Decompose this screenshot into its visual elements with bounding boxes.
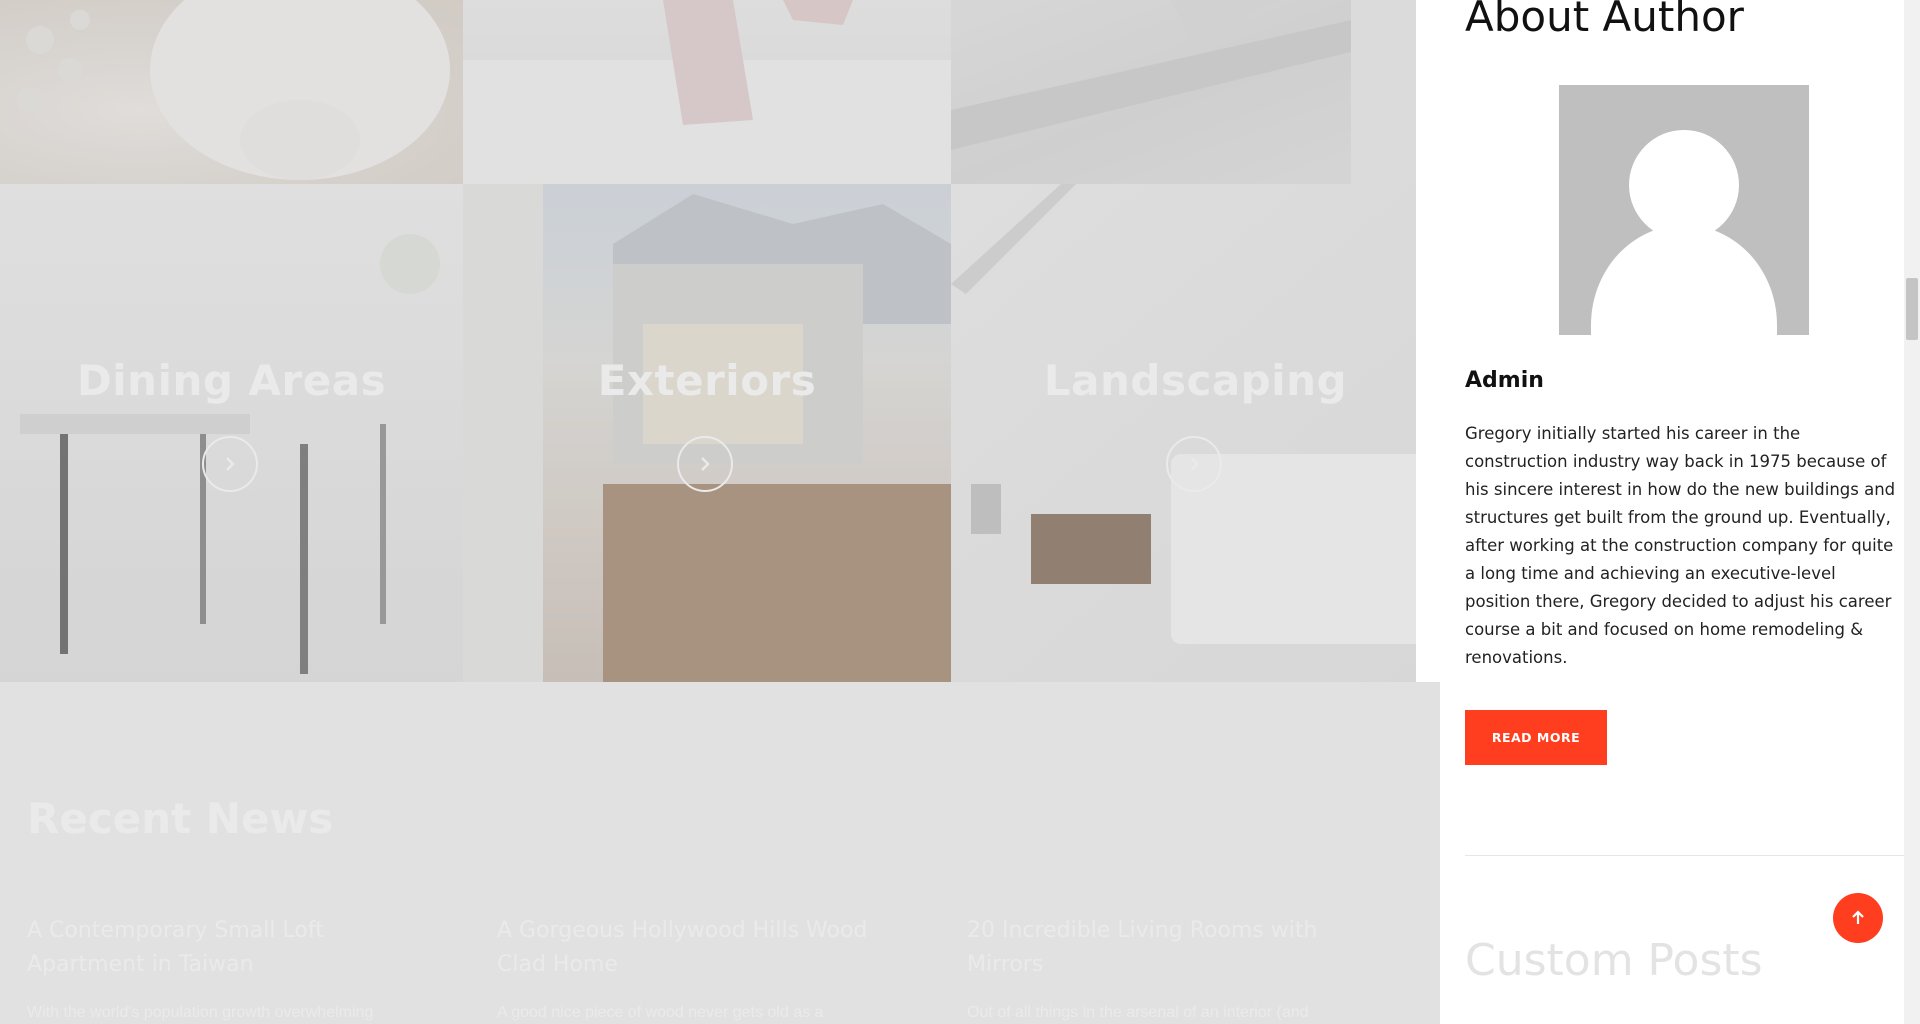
avatar <box>1559 85 1809 335</box>
about-author-title: About Author <box>1465 0 1744 41</box>
tile-arrow-button[interactable] <box>201 436 258 492</box>
panel-edge <box>1416 0 1440 682</box>
news-item-title[interactable]: 20 Incredible Living Rooms with Mirrors <box>967 914 1387 982</box>
recent-news-section: Recent News A Contemporary Small Loft Ap… <box>0 682 1440 1024</box>
section-title: Recent News <box>27 794 334 843</box>
stairs-photo <box>951 0 1440 184</box>
author-bio: Gregory initially started his career in … <box>1465 424 1896 667</box>
news-item-excerpt: A good nice piece of wood never gets old… <box>497 1004 824 1021</box>
arrow-up-icon <box>1852 910 1864 924</box>
gallery-tile-stairs[interactable] <box>951 0 1440 184</box>
tile-title: Landscaping <box>1043 356 1348 405</box>
bedroom-photo <box>463 0 951 184</box>
news-item[interactable]: A Contemporary Small Loft Apartment in T… <box>27 914 447 1022</box>
back-to-top-button[interactable] <box>1833 893 1883 943</box>
dining-photo <box>20 234 440 674</box>
tile-title: Exteriors <box>597 356 817 405</box>
read-more-button[interactable]: READ MORE <box>1465 710 1607 765</box>
chevron-right-icon <box>1189 457 1199 471</box>
scrollbar-thumb[interactable] <box>1906 278 1918 340</box>
tile-title: Dining Areas <box>76 356 387 405</box>
chevron-right-icon <box>701 457 710 471</box>
category-tile-exteriors[interactable]: Exteriors <box>463 184 951 682</box>
news-item-title[interactable]: A Contemporary Small Loft Apartment in T… <box>27 914 447 982</box>
landscaping-photo <box>951 184 1431 644</box>
chevron-right-icon <box>225 457 235 471</box>
category-tile-landscaping[interactable]: Landscaping <box>951 184 1440 682</box>
avatar-body-shape <box>1591 225 1777 335</box>
tile-arrow-button[interactable] <box>677 436 733 492</box>
news-item[interactable]: 20 Incredible Living Rooms with Mirrors … <box>967 914 1387 1022</box>
gallery-tile-bathroom[interactable] <box>0 0 463 184</box>
author-name: Admin <box>1465 368 1544 393</box>
divider <box>1465 855 1904 856</box>
news-item-excerpt: Out of all things in the arsenal of an i… <box>967 1004 1309 1021</box>
main-content: Dining Areas Exteriors Landscaping Recen… <box>0 0 1440 1024</box>
custom-posts-title: Custom Posts <box>1465 935 1763 986</box>
news-item-excerpt: With the world's population growth overw… <box>27 1004 374 1021</box>
category-tile-dining-areas[interactable]: Dining Areas <box>0 184 463 682</box>
bathroom-photo <box>17 0 450 180</box>
gallery-tile-bedroom[interactable] <box>463 0 951 184</box>
avatar-head-shape <box>1629 130 1739 240</box>
exteriors-photo <box>463 184 951 682</box>
scrollbar[interactable] <box>1904 0 1920 1024</box>
news-item-title[interactable]: A Gorgeous Hollywood Hills Wood Clad Hom… <box>497 914 917 982</box>
news-item[interactable]: A Gorgeous Hollywood Hills Wood Clad Hom… <box>497 914 917 1022</box>
tile-arrow-button[interactable] <box>1165 436 1222 492</box>
